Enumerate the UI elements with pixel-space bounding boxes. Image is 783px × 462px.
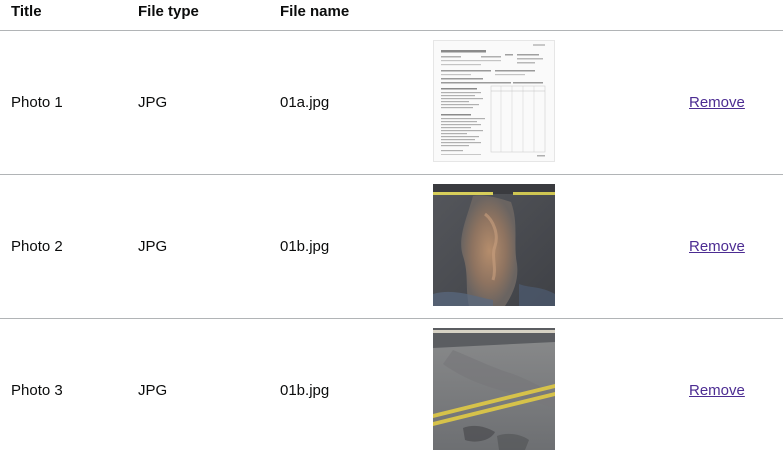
header-title: Title [11, 3, 42, 20]
uploaded-files-table: Title File type File name Photo 1 JPG 01… [0, 0, 783, 462]
document-scan-thumbnail [433, 40, 555, 162]
photo-title: Photo 2 [11, 238, 63, 255]
photo-file-type: JPG [138, 94, 168, 111]
photo-file-name: 01a.jpg [280, 94, 330, 111]
photo-file-name: 01b.jpg [280, 238, 330, 255]
header-file-name: File name [280, 3, 350, 20]
table-header-row: Title File type File name [0, 0, 783, 31]
remove-link[interactable]: Remove [689, 238, 745, 256]
road-markings-thumbnail [433, 328, 555, 450]
photo-file-type: JPG [138, 238, 168, 255]
table-row: Photo 2 JPG 01b.jpg Remove [0, 175, 783, 319]
photo-file-name: 01b.jpg [280, 382, 330, 399]
photo-title: Photo 3 [11, 382, 63, 399]
table-row: Photo 1 JPG 01a.jpg Remove [0, 31, 783, 175]
photo-file-type: JPG [138, 382, 168, 399]
header-file-type: File type [138, 3, 199, 20]
photo-title: Photo 1 [11, 94, 63, 111]
road-patch-thumbnail [433, 184, 555, 306]
remove-link[interactable]: Remove [689, 94, 745, 112]
remove-link[interactable]: Remove [689, 382, 745, 400]
table-row: Photo 3 JPG 01b.jpg Remove [0, 319, 783, 462]
